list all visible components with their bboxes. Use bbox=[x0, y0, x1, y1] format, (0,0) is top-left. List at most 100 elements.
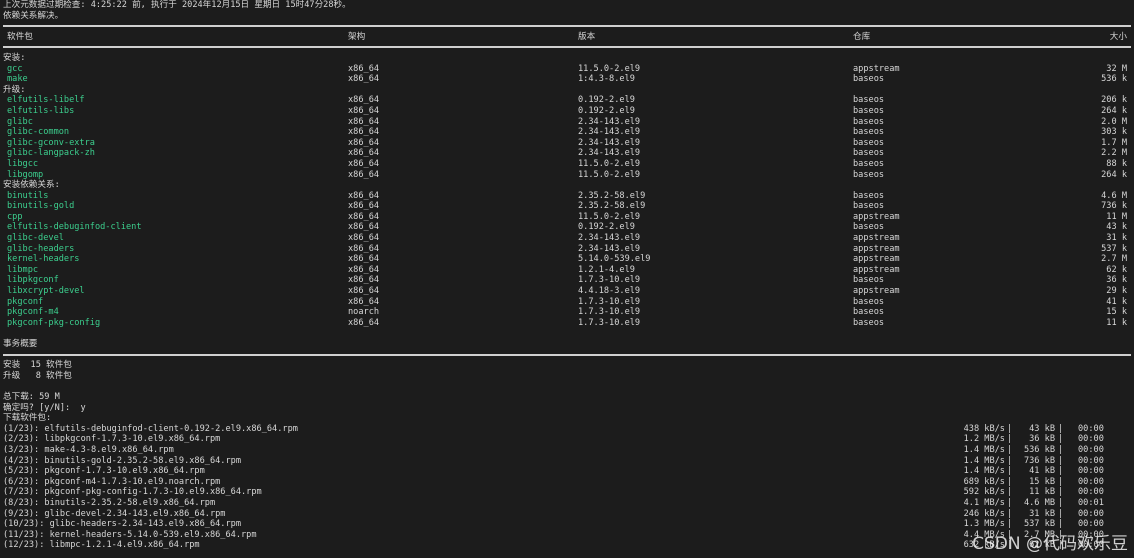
package-version: 2.34-143.el9 bbox=[578, 148, 641, 159]
package-size: 2.2 M bbox=[1101, 148, 1127, 159]
package-version: 2.34-143.el9 bbox=[578, 243, 641, 254]
package-row: cpp x86_64 11.5.0-2.el9 appstream 11 M bbox=[3, 212, 1131, 223]
package-row: libgcc x86_64 11.5.0-2.el9 baseos 88 k bbox=[3, 159, 1131, 170]
package-version: 0.192-2.el9 bbox=[578, 222, 635, 233]
column-divider: | bbox=[1007, 476, 1013, 487]
package-version: 1.2.1-4.el9 bbox=[578, 264, 635, 275]
section-title: 安装: bbox=[3, 52, 26, 63]
download-row: (4/23): binutils-gold-2.35.2-58.el9.x86_… bbox=[3, 456, 1131, 467]
package-repo: baseos bbox=[853, 127, 885, 138]
download-row: (11/23): kernel-headers-5.14.0-539.el9.x… bbox=[3, 530, 1131, 541]
download-row: (7/23): pkgconf-pkg-config-1.7.3-10.el9.… bbox=[3, 487, 1131, 498]
download-speed: 4.1 MB/s bbox=[963, 497, 1005, 508]
package-arch: x86_64 bbox=[348, 243, 380, 254]
package-row: pkgconf-m4 noarch 1.7.3-10.el9 baseos 15 k bbox=[3, 307, 1131, 318]
package-size: 36 k bbox=[1106, 275, 1127, 286]
package-arch: x86_64 bbox=[348, 148, 380, 159]
download-size: 15 kB bbox=[1029, 476, 1055, 487]
package-row: glibc-gconv-extra x86_64 2.34-143.el9 baseo… bbox=[3, 138, 1131, 149]
package-row: binutils-gold x86_64 2.35.2-58.el9 baseos 73… bbox=[3, 201, 1131, 212]
package-name: pkgconf-m4 bbox=[7, 307, 59, 318]
package-repo: baseos bbox=[853, 307, 885, 318]
package-row: make x86_64 1:4.3-8.el9 baseos 536 k bbox=[3, 74, 1131, 85]
package-version: 2.35.2-58.el9 bbox=[578, 190, 646, 201]
download-file: (4/23): binutils-gold-2.35.2-58.el9.x86_… bbox=[3, 455, 241, 466]
package-name: elfutils-libs bbox=[7, 105, 75, 116]
package-size: 11 M bbox=[1106, 211, 1127, 222]
download-row: (6/23): pkgconf-m4-1.7.3-10.el9.noarch.r… bbox=[3, 477, 1131, 488]
separator-double-line bbox=[3, 350, 1131, 361]
package-row: binutils x86_64 2.35.2-58.el9 baseos 4.6 M bbox=[3, 191, 1131, 202]
separator-double-line bbox=[3, 42, 1131, 53]
package-repo: appstream bbox=[853, 63, 900, 74]
column-header-size: 大小 bbox=[1109, 31, 1127, 42]
download-file: (6/23): pkgconf-m4-1.7.3-10.el9.noarch.r… bbox=[3, 476, 221, 487]
package-repo: baseos bbox=[853, 317, 885, 328]
package-row: libgomp x86_64 11.5.0-2.el9 baseos 264 k bbox=[3, 170, 1131, 181]
package-size: 1.7 M bbox=[1101, 137, 1127, 148]
package-version: 1.7.3-10.el9 bbox=[578, 275, 641, 286]
summary-install-line: 安装 15 软件包 bbox=[3, 360, 72, 371]
table-header-row: 软件包 架构 版本 仓库 大小 bbox=[3, 32, 1131, 43]
download-row: (2/23): libpkgconf-1.7.3-10.el9.x86_64.r… bbox=[3, 434, 1131, 445]
package-repo: appstream bbox=[853, 286, 900, 297]
download-time: 00:00 bbox=[1078, 519, 1104, 530]
package-repo: baseos bbox=[853, 74, 885, 85]
download-time: 00:00 bbox=[1078, 423, 1104, 434]
download-file: (2/23): libpkgconf-1.7.3-10.el9.x86_64.r… bbox=[3, 434, 221, 445]
package-arch: x86_64 bbox=[348, 286, 380, 297]
download-row: (8/23): binutils-2.35.2-58.el9.x86_64.rp… bbox=[3, 498, 1131, 509]
package-size: 31 k bbox=[1106, 233, 1127, 244]
column-divider: | bbox=[1007, 466, 1013, 477]
package-version: 1.7.3-10.el9 bbox=[578, 307, 641, 318]
package-version: 2.34-143.el9 bbox=[578, 233, 641, 244]
package-version: 2.35.2-58.el9 bbox=[578, 201, 646, 212]
package-size: 43 k bbox=[1106, 222, 1127, 233]
section-title: 安装依赖关系: bbox=[3, 180, 60, 191]
download-speed: 1.2 MB/s bbox=[963, 434, 1005, 445]
package-name: make bbox=[7, 74, 28, 85]
column-divider: | bbox=[1007, 487, 1013, 498]
download-time: 00:00 bbox=[1078, 466, 1104, 477]
package-name: binutils-gold bbox=[7, 201, 75, 212]
terminal-output[interactable]: 上次元数据过期检查: 4:25:22 前, 执行于 2024年12月15日 星期… bbox=[3, 0, 1131, 558]
package-arch: x86_64 bbox=[348, 63, 380, 74]
package-arch: x86_64 bbox=[348, 127, 380, 138]
package-arch: x86_64 bbox=[348, 254, 380, 265]
package-row: pkgconf-pkg-config x86_64 1.7.3-10.el9 base… bbox=[3, 318, 1131, 329]
package-size: 264 k bbox=[1101, 169, 1127, 180]
package-name: binutils bbox=[7, 190, 49, 201]
package-arch: x86_64 bbox=[348, 264, 380, 275]
dependencies-resolved-line: 依赖关系解决。 bbox=[3, 10, 64, 21]
package-row: glibc-headers x86_64 2.34-143.el9 appstream… bbox=[3, 244, 1131, 255]
package-repo: appstream bbox=[853, 233, 900, 244]
package-arch: x86_64 bbox=[348, 233, 380, 244]
column-divider: | bbox=[1007, 497, 1013, 508]
section-title: 升级: bbox=[3, 84, 26, 95]
package-size: 537 k bbox=[1101, 243, 1127, 254]
column-divider: | bbox=[1058, 455, 1064, 466]
download-time: 00:00 bbox=[1078, 508, 1104, 519]
transaction-summary-title: 事务概要 bbox=[3, 339, 38, 349]
download-size: 43 kB bbox=[1029, 423, 1055, 434]
package-name: glibc-devel bbox=[7, 233, 64, 244]
column-divider: | bbox=[1007, 444, 1013, 455]
column-divider: | bbox=[1007, 455, 1013, 466]
package-row: libxcrypt-devel x86_64 4.4.18-3.el9 appstre… bbox=[3, 286, 1131, 297]
package-arch: x86_64 bbox=[348, 169, 380, 180]
package-version: 4.4.18-3.el9 bbox=[578, 286, 641, 297]
package-size: 4.6 M bbox=[1101, 190, 1127, 201]
package-name: glibc bbox=[7, 116, 33, 127]
package-row: elfutils-libs x86_64 0.192-2.el9 baseos 264 … bbox=[3, 106, 1131, 117]
download-file: (11/23): kernel-headers-5.14.0-539.el9.x… bbox=[3, 529, 257, 540]
download-size: 31 kB bbox=[1029, 508, 1055, 519]
package-arch: noarch bbox=[348, 307, 380, 318]
download-row: (9/23): glibc-devel-2.34-143.el9.x86_64.… bbox=[3, 509, 1131, 520]
package-name: kernel-headers bbox=[7, 254, 80, 265]
download-speed: 1.4 MB/s bbox=[963, 455, 1005, 466]
package-size: 303 k bbox=[1101, 127, 1127, 138]
package-row: glibc-langpack-zh x86_64 2.34-143.el9 baseo… bbox=[3, 148, 1131, 159]
download-time: 00:00 bbox=[1078, 487, 1104, 498]
